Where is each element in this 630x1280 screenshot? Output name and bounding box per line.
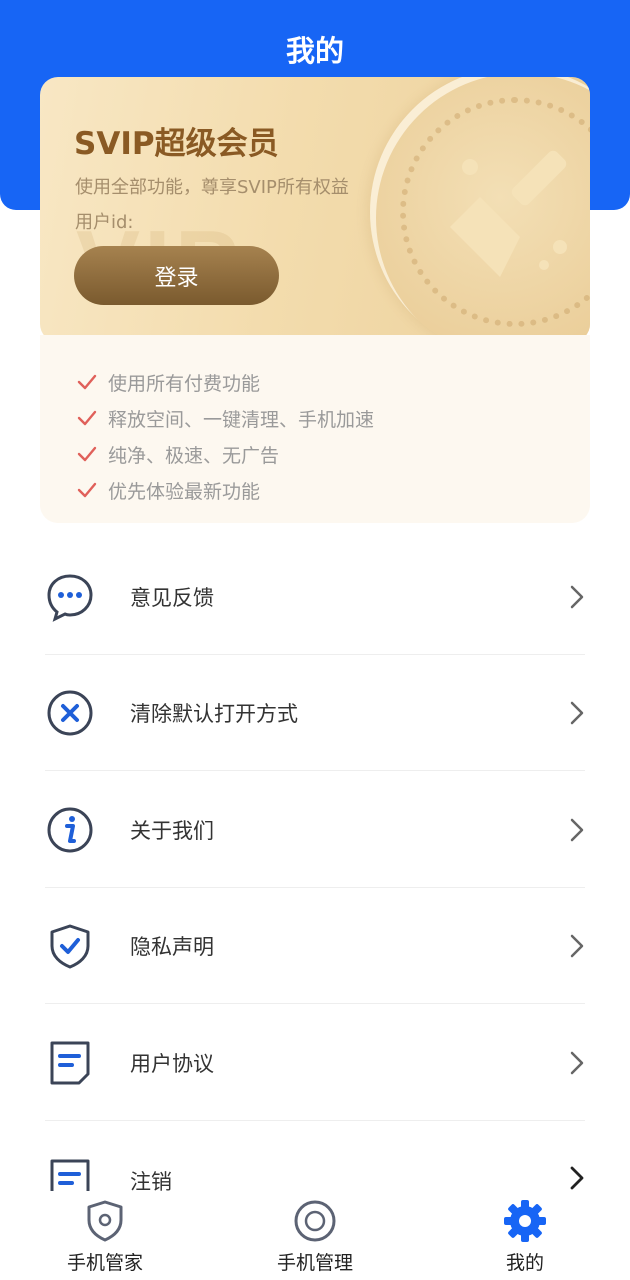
- vip-description: 使用全部功能，尊享SVIP所有权益: [75, 177, 349, 198]
- menu-item-about[interactable]: 关于我们: [45, 772, 585, 888]
- chevron-right-icon: [570, 1051, 584, 1075]
- check-icon: [77, 482, 97, 498]
- check-icon: [77, 446, 97, 462]
- benefit-item: 优先体验最新功能: [76, 475, 260, 505]
- tab-mine[interactable]: 我的: [465, 1192, 585, 1280]
- user-id-label: 用户id:: [75, 212, 134, 233]
- divider: [45, 770, 585, 771]
- menu-item-logout[interactable]: 注销: [45, 1121, 585, 1191]
- menu-label: 意见反馈: [130, 586, 214, 610]
- page-title: 我的: [285, 34, 344, 68]
- tab-phone-manage[interactable]: 手机管理: [255, 1192, 375, 1280]
- bottom-tab-bar: 手机管家 手机管理 我的: [0, 1192, 630, 1280]
- coin-decoration: [370, 77, 590, 342]
- menu-label: 关于我们: [130, 819, 214, 843]
- menu-label: 用户协议: [130, 1052, 214, 1076]
- chevron-right-icon: [570, 585, 584, 609]
- benefits-panel: 使用所有付费功能 释放空间、一键清理、手机加速 纯净、极速、无广告 优先体验最新…: [40, 335, 590, 523]
- chevron-right-icon: [570, 1166, 584, 1190]
- tab-label: 我的: [505, 1252, 544, 1274]
- document-icon: [50, 1041, 90, 1085]
- menu-item-user-agreement[interactable]: 用户协议: [45, 1005, 585, 1121]
- shield-icon: [87, 1200, 123, 1242]
- menu-label: 清除默认打开方式: [130, 702, 298, 726]
- menu-label: 隐私声明: [130, 935, 214, 959]
- document-icon: [50, 1159, 90, 1191]
- menu-item-clear-default[interactable]: 清除默认打开方式: [45, 655, 585, 771]
- menu-item-feedback[interactable]: 意见反馈: [45, 539, 585, 655]
- ring-icon: [294, 1200, 336, 1242]
- benefit-text: 释放空间、一键清理、手机加速: [108, 408, 375, 431]
- benefit-item: 释放空间、一键清理、手机加速: [76, 403, 374, 433]
- chevron-right-icon: [570, 818, 584, 842]
- gear-icon: [504, 1200, 546, 1242]
- broom-icon: [450, 150, 567, 277]
- benefit-item: 使用所有付费功能: [76, 367, 260, 397]
- check-icon: [77, 374, 97, 390]
- vip-title: SVIP超级会员: [74, 126, 279, 162]
- shield-check-icon: [50, 924, 90, 969]
- login-button[interactable]: 登录: [74, 246, 279, 305]
- chevron-right-icon: [570, 934, 584, 958]
- menu-label: 注销: [130, 1170, 172, 1191]
- menu-item-privacy[interactable]: 隐私声明: [45, 888, 585, 1004]
- tab-phone-housekeeper[interactable]: 手机管家: [45, 1192, 165, 1280]
- chat-bubble-icon: [47, 574, 93, 622]
- clear-x-icon: [47, 690, 93, 736]
- benefit-item: 纯净、极速、无广告: [76, 439, 279, 469]
- tab-label: 手机管家: [66, 1252, 143, 1274]
- benefit-text: 优先体验最新功能: [108, 480, 261, 503]
- divider: [45, 1003, 585, 1004]
- benefit-text: 使用所有付费功能: [108, 372, 261, 395]
- chevron-right-icon: [570, 701, 584, 725]
- tab-label: 手机管理: [276, 1252, 353, 1274]
- info-icon: [47, 807, 93, 853]
- benefit-text: 纯净、极速、无广告: [108, 444, 280, 467]
- check-icon: [77, 410, 97, 426]
